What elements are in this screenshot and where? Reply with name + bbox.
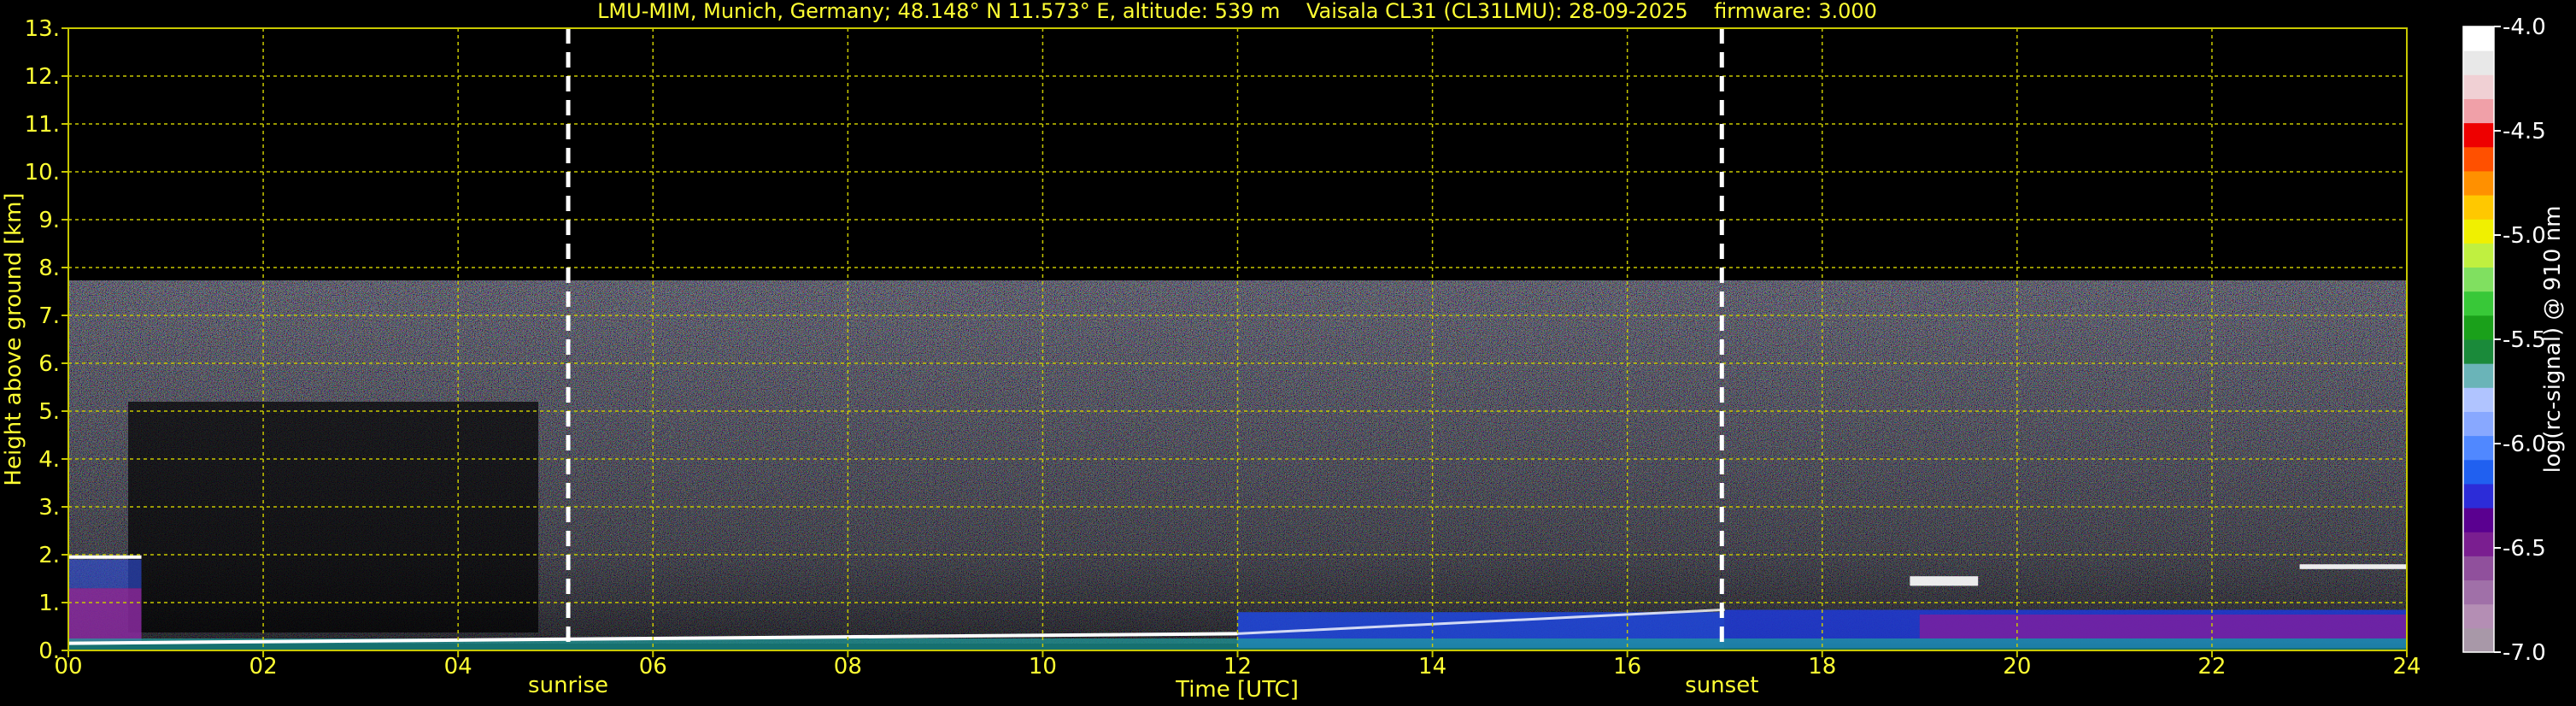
colorbar-segment	[2463, 603, 2494, 629]
y-tick-label: 6.	[38, 351, 60, 377]
aerosol-layer-upper	[68, 559, 142, 589]
colorbar-segment	[2463, 387, 2494, 412]
colorbar-segment	[2463, 291, 2494, 316]
x-tick-label: 10	[1029, 654, 1057, 680]
y-tick-label: 9.	[38, 208, 60, 233]
colorbar-segment	[2463, 74, 2494, 99]
aerosol-layer-night	[68, 588, 142, 641]
colorbar-tick-label: -4.5	[2503, 119, 2546, 144]
x-tick-label: 12	[1223, 654, 1252, 680]
cloud-layer-evening	[1910, 576, 1979, 586]
y-tick-label: 1.	[38, 591, 60, 616]
x-tick-label: 20	[2003, 654, 2031, 680]
y-tick-label: 0.	[38, 638, 60, 664]
colorbar-segment	[2463, 556, 2494, 581]
y-tick-label: 4.	[38, 447, 60, 473]
colorbar-label: log(rc-signal) @ 910 nm	[2540, 206, 2566, 474]
y-tick-label: 10.	[25, 160, 60, 185]
x-tick-label: 02	[249, 654, 278, 680]
x-tick-label: 22	[2198, 654, 2226, 680]
y-tick-label: 8.	[38, 256, 60, 281]
colorbar-segment	[2463, 532, 2494, 556]
colorbar-segment	[2463, 508, 2494, 532]
colorbar-tick-label: -4.0	[2503, 15, 2546, 40]
colorbar-segment	[2463, 363, 2494, 388]
x-axis-label: Time [UTC]	[1175, 677, 1299, 703]
x-tick-label: 24	[2392, 654, 2421, 680]
colorbar-tick-label: -6.5	[2503, 536, 2546, 562]
chart-title: LMU-MIM, Munich, Germany; 48.148° N 11.5…	[597, 0, 1877, 23]
colorbar-segment	[2463, 243, 2494, 268]
colorbar-segment	[2463, 122, 2494, 148]
y-tick-label: 3.	[38, 495, 60, 521]
colorbar-segment	[2463, 411, 2494, 437]
y-tick-label: 5.	[38, 399, 60, 425]
y-tick-label: 2.	[38, 543, 60, 568]
colorbar-segment	[2463, 627, 2494, 653]
colorbar-segment	[2463, 459, 2494, 485]
colorbar-segment	[2463, 219, 2494, 244]
x-tick-label: 16	[1613, 654, 1641, 680]
x-tick-label: 18	[1808, 654, 1836, 680]
colorbar-segment	[2463, 339, 2494, 364]
colorbar-segment	[2463, 315, 2494, 340]
colorbar-segment	[2463, 580, 2494, 605]
y-tick-label: 12.	[25, 64, 60, 90]
colorbar-segment	[2463, 50, 2494, 75]
y-axis-label: Height above ground [km]	[1, 192, 26, 485]
colorbar-segment	[2463, 267, 2494, 292]
colorbar-segment	[2463, 483, 2494, 509]
colorbar: -4.0-4.5-5.0-5.5-6.0-6.5-7.0	[2462, 15, 2546, 666]
y-tick-label: 7.	[38, 303, 60, 329]
sunrise-label: sunrise	[528, 673, 608, 698]
colorbar-segment	[2463, 26, 2494, 51]
residual-layer	[1919, 615, 2407, 638]
sunset-label: sunset	[1685, 673, 1758, 698]
colorbar-tick-label: -7.0	[2503, 640, 2546, 666]
x-tick-label: 06	[639, 654, 667, 680]
colorbar-segment	[2463, 195, 2494, 220]
colorbar-segment	[2463, 435, 2494, 461]
y-tick-label: 13.	[25, 16, 60, 42]
ceilometer-chart: sunrise sunset 00 02 04 06 08 10 12 14 16 18 20 22 24…	[1, 0, 2566, 703]
colorbar-segment	[2463, 98, 2494, 124]
x-tick-label: 04	[444, 654, 472, 680]
colorbar-segment	[2463, 146, 2494, 172]
colorbar-segment	[2463, 170, 2494, 196]
cloud-layer-late	[2299, 564, 2407, 569]
x-tick-label: 14	[1418, 654, 1446, 680]
y-tick-label: 11.	[25, 112, 60, 138]
x-tick-label: 08	[834, 654, 862, 680]
